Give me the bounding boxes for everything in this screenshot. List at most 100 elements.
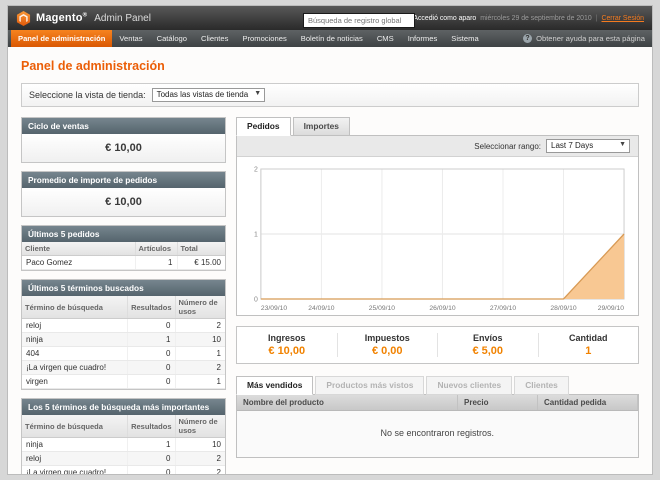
- panel-header: Últimos 5 términos buscados: [22, 280, 225, 296]
- total-value: € 0,00: [338, 345, 438, 357]
- nav-item-clientes[interactable]: Clientes: [194, 30, 235, 47]
- tab-mas-vendidos[interactable]: Más vendidos: [236, 376, 313, 395]
- help-label: Obtener ayuda para esta página: [536, 34, 645, 43]
- column-header: Término de búsqueda: [22, 296, 128, 319]
- chart-wrap: 01223/09/1024/09/1025/09/1026/09/1027/09…: [237, 157, 638, 315]
- nav-item-ventas[interactable]: Ventas: [112, 30, 149, 47]
- empty-message: No se encontraron registros.: [237, 411, 638, 458]
- tab-pedidos[interactable]: Pedidos: [236, 117, 291, 136]
- brand-name: Magento®: [36, 12, 87, 24]
- tab-importes[interactable]: Importes: [293, 117, 350, 136]
- tab-clientes[interactable]: Clientes: [514, 376, 569, 395]
- range-select[interactable]: Last 7 Days ▼: [546, 139, 630, 153]
- table-cell: ¡La virgen que cuadro!: [22, 466, 128, 476]
- sidebar-column: Ciclo de ventas € 10,00 Promedio de impo…: [21, 117, 226, 475]
- chart-panel: Seleccionar rango: Last 7 Days ▼ 01223/0…: [236, 135, 639, 316]
- total-label: Ingresos: [237, 333, 337, 343]
- column-header: Cliente: [22, 242, 135, 256]
- logout-link[interactable]: Cerrar Sesión: [601, 15, 644, 22]
- brand: Magento® Admin Panel: [16, 11, 151, 26]
- current-date: miércoles 29 de septiembre de 2010: [480, 15, 591, 22]
- store-view-select[interactable]: Todas las vistas de tienda ▼: [152, 88, 266, 102]
- table-cell: 1: [175, 375, 225, 389]
- nav-item-sistema[interactable]: Sistema: [444, 30, 485, 47]
- total-envios: Envíos € 5,00: [437, 333, 538, 357]
- column-header: Nombre del producto: [237, 395, 458, 411]
- lifetime-sales-panel: Ciclo de ventas € 10,00: [21, 117, 226, 163]
- store-view-label: Seleccione la vista de tienda:: [29, 90, 146, 100]
- nav-item-promociones[interactable]: Promociones: [235, 30, 293, 47]
- global-search: [303, 10, 415, 28]
- panel-header: Los 5 términos de búsqueda más important…: [22, 399, 225, 415]
- registered-mark: ®: [83, 12, 88, 18]
- last-search-terms-panel: Últimos 5 términos buscados Término de b…: [21, 279, 226, 390]
- dashboard-main: Pedidos Importes Seleccionar rango: Last…: [236, 117, 639, 458]
- tab-productos-mas-vistos[interactable]: Productos más vistos: [315, 376, 424, 395]
- magento-logo-icon: [16, 11, 31, 26]
- range-bar: Seleccionar rango: Last 7 Days ▼: [237, 136, 638, 157]
- nav-item-cms[interactable]: CMS: [370, 30, 401, 47]
- logged-in-as: Accedió como aparo: [413, 15, 476, 22]
- nav-item-catalogo[interactable]: Catálogo: [150, 30, 194, 47]
- nav-item-informes[interactable]: Informes: [401, 30, 445, 47]
- chevron-down-icon: ▼: [254, 90, 261, 97]
- global-search-input[interactable]: [303, 13, 415, 28]
- svg-text:29/09/10: 29/09/10: [598, 305, 624, 312]
- separator: |: [596, 15, 598, 22]
- table-cell: virgen: [22, 375, 128, 389]
- column-header: Resultados: [128, 296, 175, 319]
- table-row: ¡La virgen que cuadro!02: [22, 361, 225, 375]
- table-row: ninja110: [22, 333, 225, 347]
- table-cell: 2: [175, 319, 225, 333]
- last-orders-table: Cliente Artículos Total Paco Gomez1€ 15.…: [22, 242, 225, 270]
- store-view-selected: Todas las vistas de tienda: [157, 90, 249, 99]
- table-cell: ninja: [22, 438, 128, 452]
- svg-text:23/09/10: 23/09/10: [261, 305, 287, 312]
- column-header: Término de búsqueda: [22, 415, 128, 438]
- top-right-info: Accedió como aparo miércoles 29 de septi…: [413, 15, 644, 22]
- table-cell: 0: [128, 347, 175, 361]
- svg-text:1: 1: [254, 231, 258, 238]
- table-cell: 1: [175, 347, 225, 361]
- table-cell: 1: [135, 256, 177, 270]
- column-header: Cantidad pedida: [538, 395, 638, 411]
- admin-page: Magento® Admin Panel Accedió como aparo …: [7, 5, 653, 475]
- total-value: € 10,00: [237, 345, 337, 357]
- column-header: Número de usos: [175, 415, 225, 438]
- table-cell: 0: [128, 375, 175, 389]
- table-cell: reloj: [22, 452, 128, 466]
- totals-bar: Ingresos € 10,00 Impuestos € 0,00 Envíos…: [236, 326, 639, 364]
- panel-header: Promedio de importe de pedidos: [22, 172, 225, 188]
- products-panel: Nombre del producto Precio Cantidad pedi…: [236, 394, 639, 458]
- table-row: ninja110: [22, 438, 225, 452]
- svg-text:26/09/10: 26/09/10: [429, 305, 455, 312]
- table-cell: 1: [128, 438, 175, 452]
- table-cell: ninja: [22, 333, 128, 347]
- nav-item-boletin[interactable]: Boletín de noticias: [294, 30, 370, 47]
- orders-area-chart: 01223/09/1024/09/1025/09/1026/09/1027/09…: [245, 163, 630, 313]
- svg-text:25/09/10: 25/09/10: [369, 305, 395, 312]
- table-cell: 2: [175, 361, 225, 375]
- products-tabs: Más vendidos Productos más vistos Nuevos…: [236, 376, 639, 395]
- table-row: reloj02: [22, 452, 225, 466]
- total-label: Cantidad: [539, 333, 639, 343]
- nav-item-dashboard[interactable]: Panel de administración: [11, 30, 112, 47]
- table-row: ¡La virgen que cuadro!02: [22, 466, 225, 476]
- panel-header: Ciclo de ventas: [22, 118, 225, 134]
- table-row: Paco Gomez1€ 15.00: [22, 256, 225, 270]
- column-header: Artículos: [135, 242, 177, 256]
- lifetime-sales-value: € 10,00: [22, 134, 225, 162]
- total-ingresos: Ingresos € 10,00: [237, 333, 337, 357]
- top-search-terms-table: Término de búsqueda Resultados Número de…: [22, 415, 225, 475]
- svg-text:24/09/10: 24/09/10: [308, 305, 334, 312]
- svg-text:0: 0: [254, 296, 258, 303]
- store-view-bar: Seleccione la vista de tienda: Todas las…: [21, 83, 639, 107]
- last-search-terms-table: Término de búsqueda Resultados Número de…: [22, 296, 225, 389]
- table-cell: Paco Gomez: [22, 256, 135, 270]
- tab-nuevos-clientes[interactable]: Nuevos clientes: [426, 376, 512, 395]
- svg-text:27/09/10: 27/09/10: [490, 305, 516, 312]
- products-table: Nombre del producto Precio Cantidad pedi…: [237, 395, 638, 457]
- help-link[interactable]: ? Obtener ayuda para esta página: [523, 30, 649, 47]
- brand-suffix: Admin Panel: [94, 13, 151, 24]
- chart-tabs: Pedidos Importes: [236, 117, 639, 136]
